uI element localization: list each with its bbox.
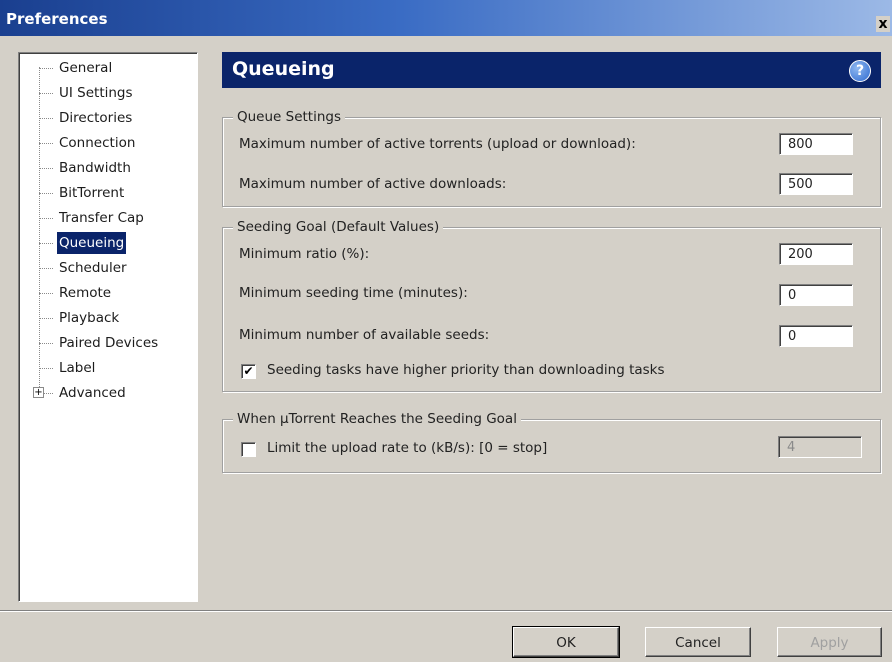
min-ratio-input[interactable]: 200	[779, 243, 853, 265]
tree-item-label: Connection	[59, 135, 136, 151]
tree-item-label: BitTorrent	[59, 185, 125, 201]
max-active-downloads-input[interactable]: 500	[779, 173, 853, 195]
min-available-seeds-label: Minimum number of available seeds:	[239, 327, 490, 343]
limit-upload-checkbox[interactable]	[241, 442, 256, 457]
reaches-goal-group: When µTorrent Reaches the Seeding Goal L…	[222, 411, 881, 473]
tree-connector	[39, 293, 53, 294]
close-icon[interactable]: x	[876, 16, 890, 32]
window-title: Preferences	[6, 10, 108, 28]
group-legend: Seeding Goal (Default Values)	[233, 219, 444, 235]
max-active-torrents-input[interactable]: 800	[779, 133, 853, 155]
group-legend: When µTorrent Reaches the Seeding Goal	[233, 411, 521, 427]
help-icon[interactable]: ?	[849, 60, 871, 82]
tree-connector	[39, 93, 53, 94]
min-available-seeds-input[interactable]: 0	[779, 325, 853, 347]
apply-button[interactable]: Apply	[777, 627, 882, 657]
seeding-goal-group: Seeding Goal (Default Values) Minimum ra…	[222, 219, 881, 392]
ok-button[interactable]: OK	[512, 626, 620, 658]
page-header: Queueing ?	[222, 52, 881, 88]
tree-connector	[39, 168, 53, 169]
min-seeding-time-input[interactable]: 0	[779, 284, 853, 306]
preferences-window: Preferences x General UI Settings Direct…	[0, 0, 892, 662]
tree-connector	[39, 68, 53, 69]
group-legend: Queue Settings	[233, 109, 346, 125]
tree-connector	[39, 243, 53, 244]
tree-item-label: Remote	[59, 285, 112, 301]
tree-connector	[39, 343, 53, 344]
max-active-downloads-label: Maximum number of active downloads:	[239, 176, 507, 192]
max-active-torrents-label: Maximum number of active torrents (uploa…	[239, 136, 636, 152]
tree-item-label: Transfer Cap	[59, 210, 144, 226]
tree-item-label: Advanced	[59, 385, 126, 401]
tree-connector	[39, 118, 53, 119]
tree-connector	[39, 318, 53, 319]
tree-connector	[39, 368, 53, 369]
tree-item-label: Paired Devices	[59, 335, 159, 351]
min-seeding-time-label: Minimum seeding time (minutes):	[239, 285, 468, 301]
min-ratio-label: Minimum ratio (%):	[239, 246, 370, 262]
button-bar-separator	[0, 610, 892, 612]
tree-connector	[39, 218, 53, 219]
priority-checkbox[interactable]: ✔	[241, 364, 256, 379]
limit-upload-checkbox-label: Limit the upload rate to (kB/s): [0 = st…	[267, 440, 548, 456]
title-bar: Preferences x	[0, 0, 892, 36]
preferences-tree[interactable]: General UI Settings Directories Connecti…	[18, 52, 198, 602]
expand-icon[interactable]: +	[33, 387, 44, 398]
queue-settings-group: Queue Settings Maximum number of active …	[222, 109, 881, 207]
tree-connector	[39, 143, 53, 144]
tree-connector	[39, 193, 53, 194]
tree-item-label: Bandwidth	[59, 160, 131, 176]
tree-connector	[44, 393, 53, 394]
tree-item-label: General	[59, 60, 113, 76]
tree-item-label: Label	[59, 360, 96, 376]
limit-upload-input[interactable]: 4	[778, 436, 862, 458]
tree-item-label: Scheduler	[59, 260, 127, 276]
priority-checkbox-label: Seeding tasks have higher priority than …	[267, 362, 665, 378]
tree-item-label: Playback	[59, 310, 120, 326]
tree-connector-line	[39, 67, 40, 397]
cancel-button[interactable]: Cancel	[645, 627, 751, 657]
tree-item-label: Directories	[59, 110, 133, 126]
tree-connector	[39, 268, 53, 269]
tree-item-label: UI Settings	[59, 85, 133, 101]
tree-item-label: Queueing	[57, 232, 127, 254]
page-title: Queueing	[232, 58, 335, 80]
